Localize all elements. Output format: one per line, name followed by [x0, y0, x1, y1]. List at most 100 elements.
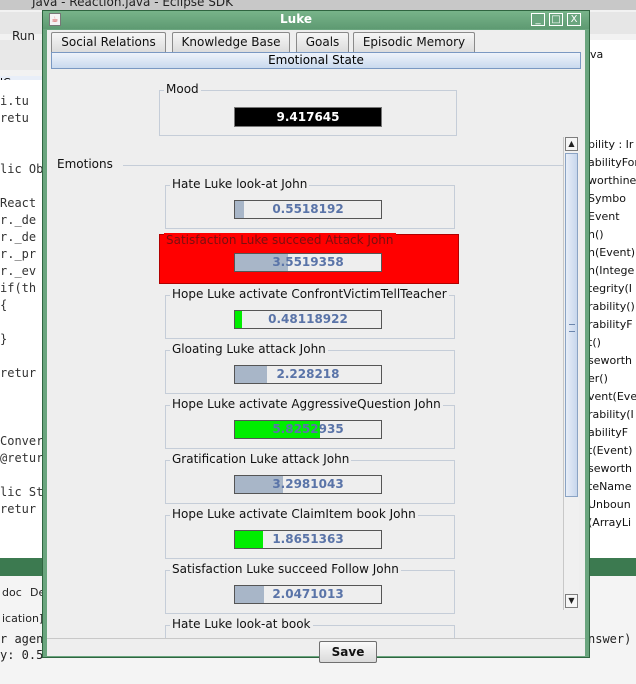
emotion-intensity-bar: 3.2981043 [234, 475, 382, 494]
emotion-value: 5.8252935 [272, 422, 344, 436]
code-editor[interactable]: i.tu retu lic Ob React r._de r._de r._pr r._ev i… [0, 80, 46, 558]
emotion-item: Hate Luke look-at book0.60148287 [165, 617, 455, 638]
outline-item[interactable]: rabilityF [588, 318, 633, 331]
code-line: retur [0, 366, 37, 380]
outline-item[interactable]: n() [588, 228, 604, 241]
scroll-down-icon[interactable]: ▼ [565, 594, 578, 608]
emotion-value: 2.0471013 [272, 587, 344, 601]
outline-item[interactable]: Unboun [588, 498, 631, 511]
console-line-1: r agen [0, 632, 44, 646]
code-line: r._de [0, 230, 37, 244]
vertical-scrollbar[interactable]: ▲ ▼ [563, 137, 579, 610]
emotion-value: 0.48118922 [268, 312, 348, 326]
emotion-label: Hope Luke activate AggressiveQuestion Jo… [170, 397, 443, 411]
outline-item[interactable]: seworth [588, 354, 632, 367]
emotions-scroll-area[interactable]: Mood 9.417645 Emotions Hate Luke look-at… [47, 70, 583, 638]
mood-label: Mood [164, 82, 201, 96]
outline-item[interactable]: er() [588, 372, 608, 385]
code-line: React [0, 196, 37, 210]
right-editor-tab[interactable]: va [590, 48, 603, 61]
code-line: if(th [0, 281, 37, 295]
emotion-value: 3.5519358 [272, 255, 344, 269]
emotion-intensity-bar: 0.48118922 [234, 310, 382, 329]
emotion-label: Hate Luke look-at John [170, 177, 310, 191]
outline-item[interactable]: teName [588, 480, 632, 493]
emotion-intensity-bar: 5.8252935 [234, 420, 382, 439]
code-line: r._ev [0, 264, 37, 278]
emotion-intensity-bar: 0.5518192 [234, 200, 382, 219]
emotion-value: 3.2981043 [272, 477, 344, 491]
mood-bar: 9.417645 [234, 107, 382, 127]
outline-item[interactable]: n(Intege [588, 264, 634, 277]
emotion-item: Hate Luke look-at John 0.5518192 [165, 177, 455, 229]
emotion-label: Satisfaction Luke succeed Follow John [170, 562, 401, 576]
scrollbar-thumb[interactable] [565, 153, 578, 497]
emotion-value: 0.5518192 [272, 202, 344, 216]
emotion-intensity-bar: 1.8651363 [234, 530, 382, 549]
emotion-item: Gloating Luke attack John 2.228218 [165, 342, 455, 394]
button-area: Save [47, 638, 585, 663]
emotion-intensity-bar: 3.5519358 [234, 253, 382, 272]
emotion-item: Hope Luke activate ConfrontVictimTellTea… [165, 287, 455, 339]
emotion-value: 1.8651363 [272, 532, 344, 546]
tab-episodic-memory[interactable]: Episodic Memory [353, 32, 475, 52]
code-line: { [0, 298, 8, 312]
tab-strip: Social Relations Knowledge Base Goals Ep… [47, 30, 585, 52]
emotion-label: Hate Luke look-at book [170, 617, 313, 631]
tab-emotional-state[interactable]: Emotional State [51, 52, 581, 69]
minimize-button[interactable]: _ [531, 13, 545, 26]
scroll-up-icon[interactable]: ▲ [565, 137, 578, 151]
code-line: lic St [0, 485, 44, 499]
emotion-label: Hope Luke activate ConfrontVictimTellTea… [170, 287, 449, 301]
outline-item[interactable]: rability(I [588, 408, 634, 421]
console-line-2: y: 0.5 [0, 648, 44, 662]
code-line: } [0, 332, 8, 346]
bottom-tab-javadoc[interactable]: doc [2, 586, 22, 599]
maximize-button[interactable]: □ [549, 13, 563, 26]
outline-item[interactable]: t(Event) [588, 444, 632, 457]
outline-item[interactable]: abilityF [588, 426, 628, 439]
code-line: @retur [0, 451, 44, 465]
emotions-divider [123, 165, 579, 166]
outline-item[interactable]: Event [588, 210, 620, 223]
outline-item[interactable]: tegrity(I [588, 282, 632, 295]
outline-panel[interactable]: bility : Ir abilityFor worthine Symbo Event n… [588, 40, 636, 560]
dialog-content: Social Relations Knowledge Base Goals Ep… [47, 30, 585, 663]
emotion-label: Hope Luke activate ClaimItem book John [170, 507, 418, 521]
outline-item[interactable]: seworth [588, 462, 632, 475]
emotion-item: Satisfaction Luke succeed Follow John 2.0… [165, 562, 455, 614]
dialog-title-bar[interactable]: ☕ Luke _ □ X [43, 11, 589, 29]
outline-item[interactable]: Symbo [588, 192, 626, 205]
emotion-label: Satisfaction Luke succeed Attack John [164, 233, 396, 247]
code-line: i.tu [0, 94, 29, 108]
emotion-label: Gratification Luke attack John [170, 452, 352, 466]
code-line: r._pr [0, 247, 37, 261]
tab-social-relations[interactable]: Social Relations [51, 32, 166, 52]
tab-knowledge-base[interactable]: Knowledge Base [172, 32, 290, 52]
code-line: Conver [0, 434, 44, 448]
close-button[interactable]: X [567, 13, 581, 26]
outline-item[interactable]: vent(Eve [588, 390, 636, 403]
outline-item[interactable]: (ArrayLi [588, 516, 631, 529]
outline-item[interactable]: rability() [588, 300, 635, 313]
dialog-title: Luke [280, 12, 312, 26]
emotion-item: Satisfaction Luke succeed Attack John 3.5… [159, 233, 459, 284]
emotion-item: Gratification Luke attack John 3.2981043 [165, 452, 455, 504]
outline-item[interactable]: n(Event) [588, 246, 635, 259]
code-line: lic Ob [0, 162, 44, 176]
console-right-text: nswer) [588, 632, 632, 646]
emotion-intensity-bar: 2.0471013 [234, 585, 382, 604]
grip-icon [569, 324, 575, 332]
outline-item[interactable]: worthine [588, 174, 636, 187]
outline-item[interactable]: abilityFor [588, 156, 636, 169]
eclipse-window-title: Java - Reaction.java - Eclipse SDK [32, 0, 233, 9]
outline-item[interactable]: bility : Ir [588, 138, 633, 151]
bottom-tree-item: ication] [2, 612, 44, 625]
emotion-value: 2.228218 [276, 367, 340, 381]
eclipse-title-bar: Java - Reaction.java - Eclipse SDK [0, 0, 636, 10]
save-button[interactable]: Save [319, 641, 377, 663]
code-line: retur [0, 502, 37, 516]
tab-goals[interactable]: Goals [296, 32, 349, 52]
luke-dialog: ☕ Luke _ □ X Social Relations Knowledge … [42, 10, 590, 663]
emotion-intensity-bar: 2.228218 [234, 365, 382, 384]
